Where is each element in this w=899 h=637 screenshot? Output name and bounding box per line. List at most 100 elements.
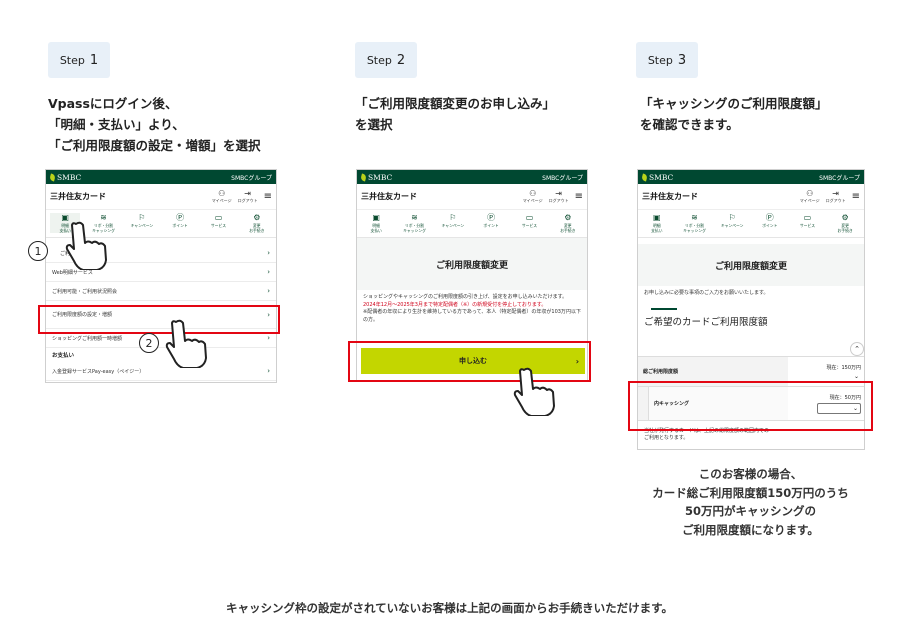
logout-button[interactable]: ⇥ ログアウト [549, 189, 569, 204]
logout-button[interactable]: ⇥ ログアウト [826, 189, 846, 204]
card-header: 三井住友カード ⚇ マイページ ⇥ ログアウト ≡ [638, 184, 864, 210]
logout-button[interactable]: ⇥ ログアウト [238, 189, 258, 204]
statement-icon: ▣ [653, 213, 661, 222]
nav-label: サービス [521, 223, 538, 228]
step-number: 1 [89, 52, 99, 68]
nav-label: ポイント [483, 223, 499, 228]
step-number: 2 [396, 52, 406, 68]
nav-settings[interactable]: ⚙ 変更 お手続き [830, 213, 860, 233]
statement-icon: ▣ [372, 213, 380, 222]
step-3-description: 「キャッシングのご利用限度額」 を確認できます。 [640, 96, 828, 132]
page-title: ご利用限度額変更 [357, 238, 587, 290]
smbc-topbar: SMBC SMBCグループ [357, 170, 587, 184]
user-icon: ⚇ [218, 189, 226, 198]
nav-statement[interactable]: ▣ 明細 支払い [361, 213, 391, 233]
mypage-button[interactable]: ⚇ マイページ [523, 189, 543, 204]
nav-label: リボ・分割 キャッシング [403, 223, 426, 233]
step-number: 3 [677, 52, 687, 68]
nav-point[interactable]: Ⓟ ポイント [165, 213, 195, 228]
menu-row-usage[interactable]: ご利用可能・ご利用状況照会 › [46, 282, 276, 301]
main-nav: ▣ 明細 支払い ≋ リボ・分割 キャッシング ⚐ キャンペーン Ⓟ ポイント ▭ サービ… [357, 210, 587, 238]
footer-note: キャッシング枠の設定がされていないお客様は上記の画面からお手続きいただけます。 [225, 601, 673, 615]
nav-label: キャンペーン [720, 223, 744, 228]
section-rule [651, 308, 677, 310]
apply-notice: 2024年12月〜2025年3月まで特定配偶者（※）の新規受付を停止しております… [363, 301, 547, 308]
step-label: Step [647, 53, 673, 67]
logout-label: ログアウト [825, 198, 846, 203]
nav-service[interactable]: ▭ サービス [514, 213, 544, 228]
menu-row-label: 入金登録サービスPay-easy（ペイジー） [52, 368, 145, 375]
nav-label: キャンペーン [130, 223, 154, 228]
nav-statement[interactable]: ▣ 明細 支払い [642, 213, 672, 233]
nav-settings[interactable]: ⚙ 変更 お手続き [553, 213, 583, 233]
flag-icon: ⚐ [138, 213, 146, 222]
leaf-icon [360, 172, 367, 182]
header-actions: ⚇ マイページ ⇥ ログアウト ≡ [800, 189, 860, 204]
mypage-button[interactable]: ⚇ マイページ [212, 189, 232, 204]
mypage-label: マイページ [211, 198, 232, 203]
mypage-button[interactable]: ⚇ マイページ [800, 189, 820, 204]
group-label: SMBCグループ [819, 174, 860, 182]
leaf-icon [49, 172, 56, 182]
nav-service[interactable]: ▭ サービス [203, 213, 233, 228]
group-label: SMBCグループ [542, 174, 583, 182]
smbc-logo-text: SMBC [57, 172, 82, 182]
hamburger-menu-icon[interactable]: ≡ [852, 191, 860, 202]
nav-revolving[interactable]: ≋ リボ・分割 キャッシング [399, 213, 429, 233]
gear-icon: ⚙ [841, 213, 849, 222]
step-2-badge: Step 2 [355, 42, 417, 78]
step-label: Step [59, 53, 85, 67]
card-icon: ▭ [803, 213, 812, 222]
menu-row-label: ご利用可能・ご利用状況照会 [52, 288, 118, 295]
step-1-badge: Step 1 [48, 42, 110, 78]
smbc-logo: SMBC [641, 172, 674, 182]
gear-icon: ⚙ [253, 213, 261, 222]
brand-name: 三井住友カード [50, 192, 106, 201]
nav-revolving[interactable]: ≋ リボ・分割 キャッシング [679, 213, 709, 233]
pointer-hand-icon [513, 367, 555, 416]
apply-text: ショッピングやキャッシングのご利用限度額の引き上げ、設定をお申し込みいただけます… [363, 294, 568, 300]
nav-campaign[interactable]: ⚐ キャンペーン [438, 213, 468, 228]
user-icon: ⚇ [529, 189, 537, 198]
nav-campaign[interactable]: ⚐ キャンペーン [717, 213, 747, 228]
hamburger-menu-icon[interactable]: ≡ [575, 191, 583, 202]
nav-label: 変更 お手続き [560, 223, 576, 233]
nav-label: ポイント [172, 223, 188, 228]
smbc-topbar: SMBC SMBCグループ [638, 170, 864, 184]
header-actions: ⚇ マイページ ⇥ ログアウト ≡ [523, 189, 583, 204]
header-actions: ⚇ マイページ ⇥ ログアウト ≡ [212, 189, 272, 204]
logout-icon: ⇥ [244, 189, 251, 198]
pointer-hand-icon [65, 221, 107, 270]
main-nav: ▣ 明細 支払い ≋ リボ・分割 キャッシング ⚐ キャンペーン Ⓟ ポイント ▭ サービ… [638, 210, 864, 238]
apply-description: ショッピングやキャッシングのご利用限度額の引き上げ、設定をお申し込みいただけます… [357, 290, 587, 328]
pointer-hand-icon [165, 319, 207, 368]
nav-point[interactable]: Ⓟ ポイント [476, 213, 506, 228]
revolving-icon: ≋ [691, 213, 698, 222]
chevron-up-icon[interactable]: ⌃ [850, 342, 864, 356]
logout-icon: ⇥ [555, 189, 562, 198]
chevron-right-icon: › [267, 367, 270, 375]
nav-point[interactable]: Ⓟ ポイント [755, 213, 785, 228]
point-icon: Ⓟ [487, 213, 496, 222]
chevron-right-icon: › [267, 249, 270, 257]
brand-name: 三井住友カード [642, 192, 698, 201]
smbc-logo-text: SMBC [649, 172, 674, 182]
group-label: SMBCグループ [231, 174, 272, 182]
logout-label: ログアウト [548, 198, 569, 203]
menu-row-label: ショッピングご利用額一時増額 [52, 335, 123, 342]
nav-label: キャンペーン [441, 223, 465, 228]
nav-service[interactable]: ▭ サービス [792, 213, 822, 228]
flag-icon: ⚐ [728, 213, 736, 222]
total-limit-select[interactable]: ⌄ [817, 373, 861, 380]
step-3-badge: Step 3 [636, 42, 698, 78]
smbc-topbar: SMBC SMBCグループ [46, 170, 276, 184]
nav-settings[interactable]: ⚙ 変更 お手続き [242, 213, 272, 233]
hamburger-menu-icon[interactable]: ≡ [264, 191, 272, 202]
point-icon: Ⓟ [765, 213, 774, 222]
smbc-logo: SMBC [360, 172, 392, 182]
card-header: 三井住友カード ⚇ マイページ ⇥ ログアウト ≡ [46, 184, 276, 210]
step-2-description: 「ご利用限度額変更のお申し込み」 を選択 [355, 96, 556, 132]
marker-2: 2 [139, 333, 159, 353]
nav-campaign[interactable]: ⚐ キャンペーン [127, 213, 157, 228]
step-3-caption: このお客様の場合、 カード総ご利用限度額150万円のうち 50万円がキャッシング… [652, 467, 849, 537]
